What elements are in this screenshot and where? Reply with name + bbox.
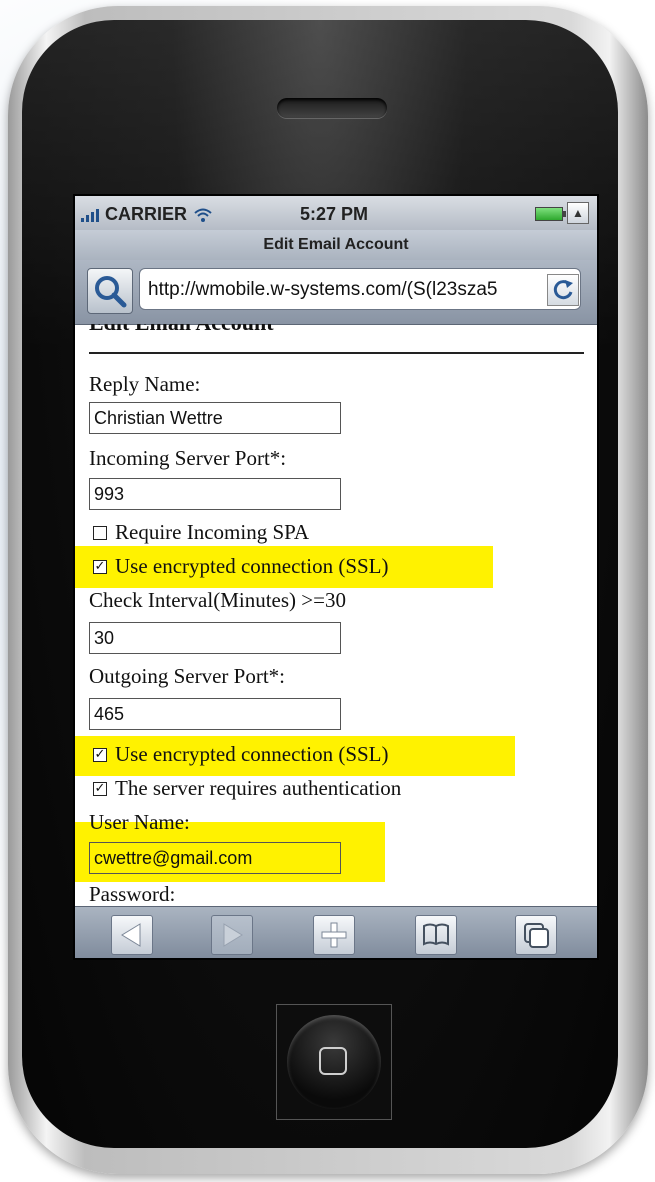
reload-icon (553, 280, 573, 300)
browser-toolbar (75, 906, 597, 958)
wifi-icon (194, 208, 212, 222)
bookmarks-button[interactable] (415, 915, 457, 955)
earpiece-speaker (277, 98, 387, 118)
auth-label: The server requires authentication (115, 776, 402, 800)
search-button[interactable] (87, 268, 133, 314)
phone-screen: CARRIER 5:27 PM ▲ Edit Email Account htt… (75, 196, 597, 958)
require-spa-option[interactable]: Require Incoming SPA (93, 520, 309, 545)
pages-button[interactable] (515, 915, 557, 955)
forward-icon (223, 923, 243, 947)
back-icon (121, 923, 141, 947)
require-spa-checkbox[interactable] (93, 525, 107, 540)
reply-name-input[interactable]: Christian Wettre (89, 402, 341, 434)
user-name-label: User Name: (89, 810, 190, 834)
reply-name-label: Reply Name: (89, 372, 201, 396)
battery-icon (535, 207, 566, 221)
check-interval-input[interactable]: 30 (89, 622, 341, 654)
incoming-ssl-checkbox[interactable]: ✓ (93, 559, 107, 574)
incoming-port-label: Incoming Server Port*: (89, 446, 287, 470)
check-interval-label: Check Interval(Minutes) >=30 (89, 588, 346, 612)
home-button[interactable] (287, 1015, 381, 1109)
forward-button[interactable] (211, 915, 253, 955)
incoming-port-input[interactable]: 993 (89, 478, 341, 510)
outgoing-port-label: Outgoing Server Port*: (89, 664, 285, 688)
url-input[interactable]: http://wmobile.w-systems.com/(S(l23sza5 (139, 268, 581, 310)
pages-icon (524, 923, 549, 948)
clock: 5:27 PM (300, 204, 369, 224)
page-content: Edit Email Account Reply Name: Christian… (75, 324, 597, 906)
add-button[interactable] (313, 915, 355, 955)
signal-icon (81, 208, 99, 222)
add-icon (321, 922, 347, 948)
carrier-label: CARRIER (105, 204, 188, 224)
scroll-up-button[interactable]: ▲ (567, 202, 589, 224)
auth-option[interactable]: ✓ The server requires authentication (93, 776, 401, 801)
bookmarks-icon (423, 923, 449, 946)
page-title: Edit Email Account (75, 230, 597, 260)
require-spa-label: Require Incoming SPA (115, 520, 310, 544)
heading-divider (89, 352, 584, 354)
form-heading: Edit Email Account (89, 324, 274, 336)
password-label: Password: (89, 882, 176, 906)
reload-button[interactable] (547, 274, 579, 306)
outgoing-port-input[interactable]: 465 (89, 698, 341, 730)
auth-checkbox[interactable]: ✓ (93, 781, 107, 796)
status-bar: CARRIER 5:27 PM ▲ (75, 196, 597, 230)
search-icon (95, 276, 127, 308)
incoming-ssl-label: Use encrypted connection (SSL) (115, 554, 389, 578)
address-bar: http://wmobile.w-systems.com/(S(l23sza5 (75, 260, 597, 325)
incoming-ssl-option[interactable]: ✓ Use encrypted connection (SSL) (93, 554, 389, 579)
outgoing-ssl-label: Use encrypted connection (SSL) (115, 742, 389, 766)
user-name-input[interactable]: cwettre@gmail.com (89, 842, 341, 874)
home-icon (319, 1047, 347, 1075)
home-button-frame (276, 1004, 392, 1120)
outgoing-ssl-checkbox[interactable]: ✓ (93, 747, 107, 762)
back-button[interactable] (111, 915, 153, 955)
outgoing-ssl-option[interactable]: ✓ Use encrypted connection (SSL) (93, 742, 389, 767)
